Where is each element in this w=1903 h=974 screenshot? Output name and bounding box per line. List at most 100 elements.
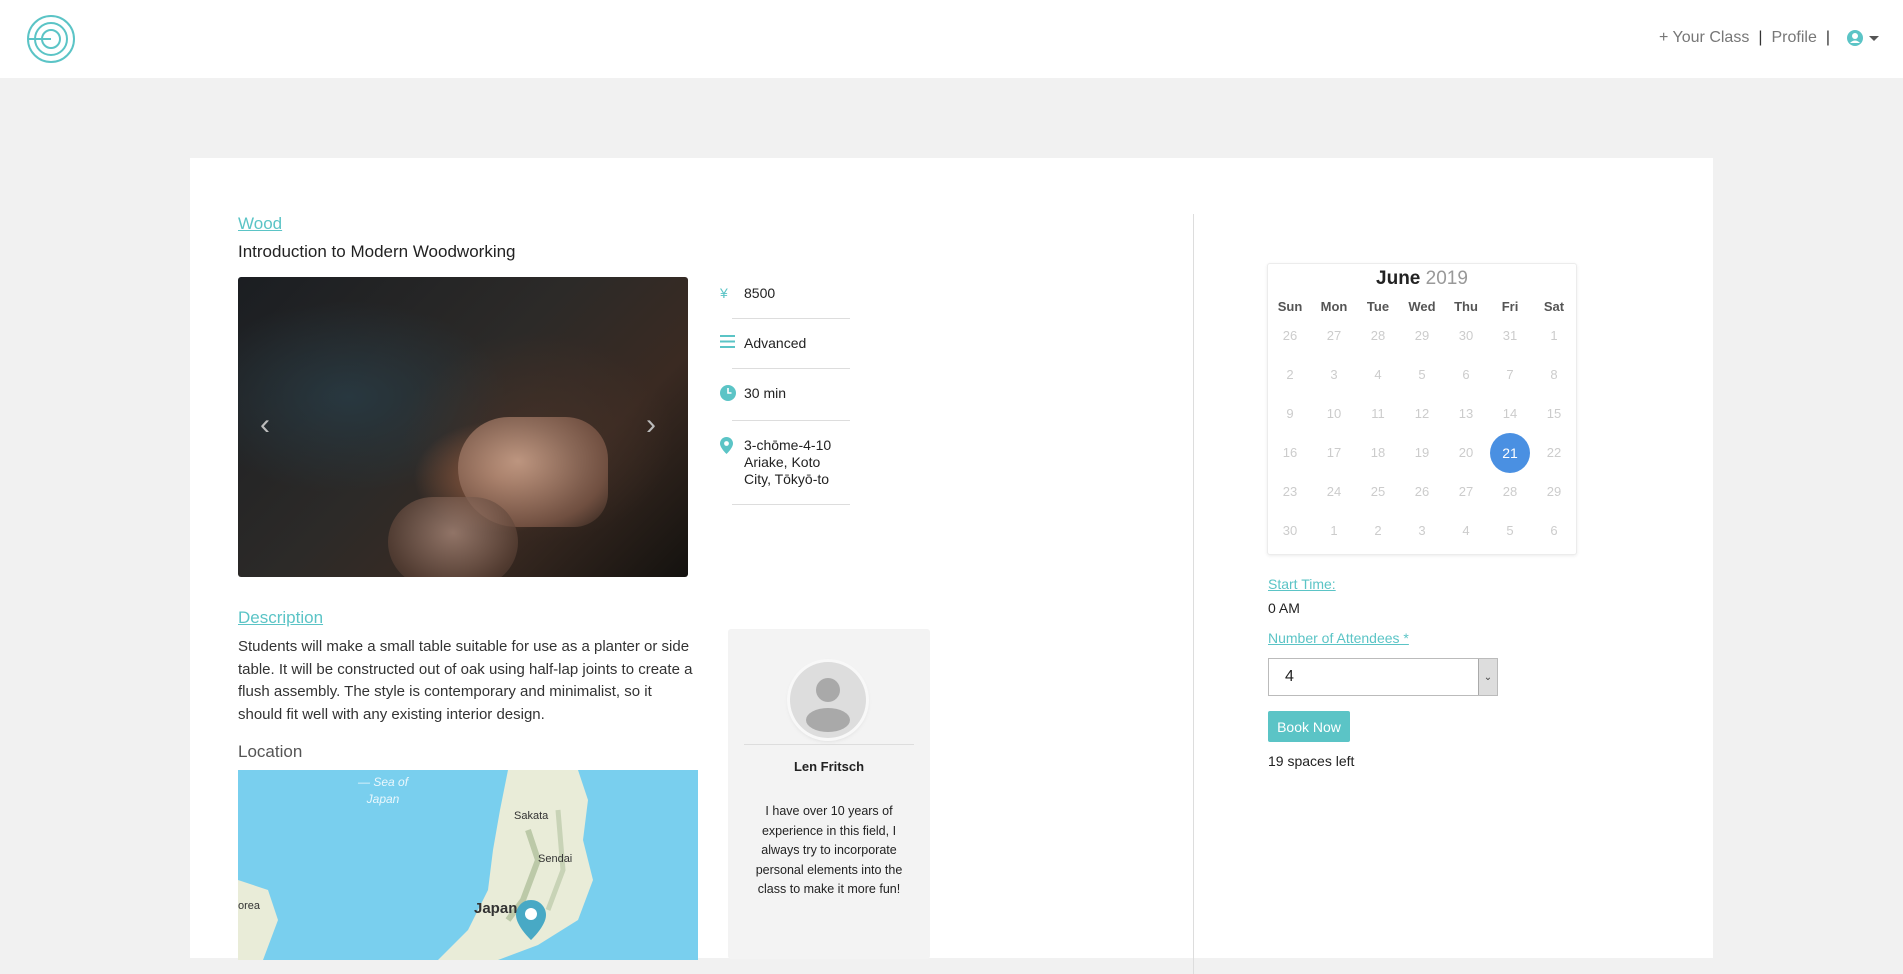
weekday-label: Thu [1454,298,1478,314]
calendar-day[interactable]: 5 [1488,523,1532,538]
calendar-day-selected[interactable]: 21 [1488,432,1532,473]
price-item: ¥ 8500 [720,277,850,319]
calendar-week: 16 17 18 19 20 21 22 [1268,432,1576,473]
calendar-title: June 2019 [1268,268,1576,290]
yen-icon: ¥ [720,285,728,301]
attendees-label[interactable]: Number of Attendees * [1268,630,1409,646]
start-time-value: 0 AM [1268,600,1300,616]
selected-day-label: 21 [1490,432,1530,473]
map-pin-icon [720,437,736,457]
calendar-day[interactable]: 31 [1488,328,1532,343]
location-heading: Location [238,742,303,761]
calendar-day[interactable]: 2 [1356,523,1400,538]
chevron-down-icon[interactable]: ⌄ [1478,659,1497,695]
calendar-day[interactable]: 8 [1532,367,1576,382]
calendar-day[interactable]: 22 [1532,445,1576,460]
calendar-day[interactable]: 6 [1532,523,1576,538]
top-nav: + Your Class | Profile | [1659,29,1879,47]
calendar-day[interactable]: 5 [1400,367,1444,382]
calendar-week: 2 3 4 5 6 7 8 [1268,355,1576,394]
calendar-day[interactable]: 2 [1268,367,1312,382]
calendar-week: 9 10 11 12 13 14 15 [1268,394,1576,433]
calendar-day[interactable]: 18 [1356,445,1400,460]
calendar-day[interactable]: 27 [1312,328,1356,343]
calendar-day[interactable]: 9 [1268,406,1312,421]
carousel-next-icon[interactable]: › [646,410,668,440]
calendar-day[interactable]: 3 [1312,367,1356,382]
calendar-day[interactable]: 19 [1400,445,1444,460]
calendar-year: 2019 [1425,268,1468,289]
list-icon [720,335,736,351]
calendar-day[interactable]: 28 [1488,484,1532,499]
calendar-day[interactable]: 15 [1532,406,1576,421]
calendar-day[interactable]: 1 [1312,523,1356,538]
class-detail-card: Wood Introduction to Modern Woodworking … [190,158,1713,974]
location-map[interactable]: — Sea of Japan Sakata Sendai orea Japan [238,770,698,960]
level-value: Advanced [744,335,807,351]
map-marker-icon[interactable] [516,900,546,940]
calendar-day[interactable]: 12 [1400,406,1444,421]
calendar-day[interactable]: 29 [1532,484,1576,499]
instructor-bio: I have over 10 years of experience in th… [755,804,903,896]
calendar-day[interactable]: 4 [1444,523,1488,538]
class-title: Introduction to Modern Woodworking [238,242,516,261]
weekday-label: Sat [1543,298,1565,314]
add-class-link[interactable]: + Your Class [1659,29,1749,47]
calendar-day[interactable]: 14 [1488,406,1532,421]
calendar-day[interactable]: 24 [1312,484,1356,499]
user-menu-toggle[interactable] [1847,30,1879,46]
weekday-label: Wed [1408,298,1436,314]
category-link[interactable]: Wood [238,214,282,234]
instructor-name: Len Fritsch [793,759,865,774]
class-info-list: ¥ 8500 Advanced 30 min 3-chōme-4-10 Aria… [720,277,850,513]
chevron-down-icon [1869,35,1879,41]
instructor-card: Len Fritsch I have over 10 years of expe… [728,629,930,959]
clock-icon [720,385,736,404]
calendar-day[interactable]: 23 [1268,484,1312,499]
calendar-day[interactable]: 3 [1400,523,1444,538]
book-now-button[interactable]: Book Now [1268,711,1350,742]
start-time-label[interactable]: Start Time: [1268,576,1336,592]
photo-detail [388,497,518,577]
carousel-prev-icon[interactable]: ‹ [260,410,282,440]
calendar-day[interactable]: 13 [1444,406,1488,421]
user-circle-icon [1847,30,1863,46]
calendar-day[interactable]: 17 [1312,445,1356,460]
calendar-day[interactable]: 11 [1356,406,1400,421]
calendar-day[interactable]: 25 [1356,484,1400,499]
calendar-day[interactable]: 26 [1268,328,1312,343]
map-label-sakata: Sakata [514,810,549,822]
calendar-day[interactable]: 29 [1400,328,1444,343]
duration-value: 30 min [744,385,787,401]
calendar-day[interactable]: 10 [1312,406,1356,421]
price-value: 8500 [744,285,776,301]
calendar-week: 30 1 2 3 4 5 6 [1268,511,1576,550]
calendar-day[interactable]: 16 [1268,445,1312,460]
calendar-day[interactable]: 27 [1444,484,1488,499]
nav-separator: | [1825,29,1830,46]
address-value: 3-chōme-4-10 Ariake, Koto City, Tōkyō-to [744,437,832,487]
weekday-label: Fri [1501,298,1519,314]
weekday-label: Sun [1277,298,1303,314]
calendar-day[interactable]: 7 [1488,367,1532,382]
attendees-select[interactable]: 4 ⌄ [1268,658,1498,696]
duration-item: 30 min [720,377,850,421]
calendar-day[interactable]: 26 [1400,484,1444,499]
calendar-day[interactable]: 6 [1444,367,1488,382]
calendar-day[interactable]: 1 [1532,328,1576,343]
description-text: Students will make a small table suitabl… [238,638,693,723]
map-label-sendai: Sendai [538,853,573,865]
instructor-divider [744,744,914,745]
profile-link[interactable]: Profile [1771,29,1816,47]
calendar-day[interactable]: 28 [1356,328,1400,343]
description-heading[interactable]: Description [238,608,323,628]
calendar-day[interactable]: 30 [1268,523,1312,538]
map-label-sea: — Sea of Japan [358,775,409,806]
calendar-week: 26 27 28 29 30 31 1 [1268,316,1576,355]
logo-icon[interactable] [26,14,76,64]
top-bar: + Your Class | Profile | [0,0,1903,78]
calendar-day[interactable]: 30 [1444,328,1488,343]
calendar-day[interactable]: 20 [1444,445,1488,460]
calendar-day[interactable]: 4 [1356,367,1400,382]
address-item: 3-chōme-4-10 Ariake, Koto City, Tōkyō-to [720,429,850,505]
